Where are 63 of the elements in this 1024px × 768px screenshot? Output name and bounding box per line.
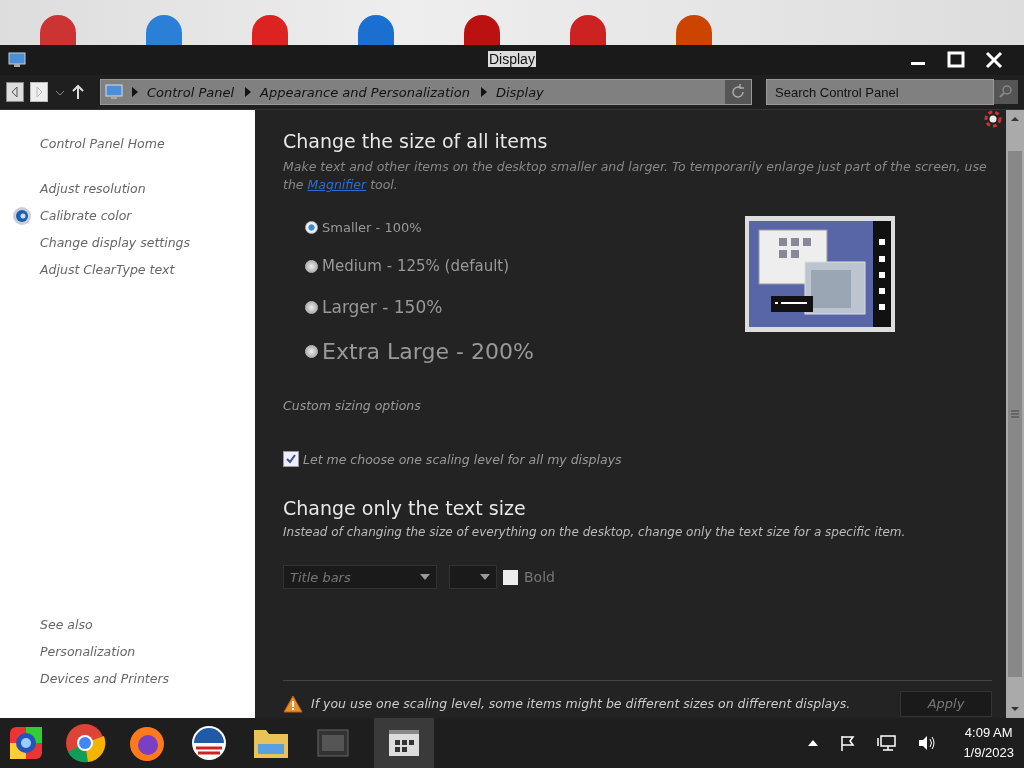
checkmark-icon (285, 453, 297, 465)
breadcrumb[interactable]: Appearance and Personalization (260, 84, 470, 100)
description-text: Instead of changing the size of everything on the desktop, change only the text size for a specific item. (283, 525, 907, 539)
monitor-icon (8, 52, 26, 68)
size-radio[interactable]: Extra Large - 200% (305, 339, 745, 364)
chevron-icon[interactable] (244, 87, 253, 97)
warning-icon (283, 694, 303, 713)
apply-button[interactable]: Apply (900, 690, 992, 717)
warning-text: If you use one scaling level, some items might be different sizes on different displays. (311, 696, 851, 711)
sidebar-link[interactable]: Adjust ClearType text (40, 256, 175, 283)
sidebar-link[interactable]: Change display settings (40, 229, 191, 256)
description-text: Make text and other items on the desktop smaller and larger. To temporarily enlarge just part of the screen, use the Magnifier tool. (283, 158, 988, 194)
caret-icon (420, 574, 430, 580)
chevron-icon[interactable] (479, 87, 488, 97)
close-icon[interactable] (984, 50, 1004, 70)
grip-icon[interactable] (1010, 410, 1020, 418)
taskbar-active-item[interactable] (374, 718, 434, 768)
size-radio[interactable]: Smaller - 100% (305, 220, 745, 235)
help-icon[interactable] (984, 110, 1002, 128)
chevron-icon[interactable] (131, 87, 139, 97)
size-dropdown[interactable] (449, 565, 497, 589)
see-also-heading: See also (40, 616, 94, 634)
sidebar-link[interactable]: Adjust resolution (40, 175, 146, 202)
one-scaling-checkbox[interactable]: Let me choose one scaling level for all my displays (283, 451, 992, 467)
sidebar-link[interactable]: Calibrate color (40, 202, 132, 229)
custom-sizing-link[interactable]: Custom sizing options (283, 398, 992, 413)
size-radio[interactable]: Medium - 125% (default) (305, 257, 745, 275)
magnifier-link[interactable]: Magnifier (307, 177, 367, 192)
search-field[interactable]: Search Control Panel (766, 79, 994, 105)
desktop-icon[interactable] (358, 15, 394, 45)
breadcrumb[interactable]: Display (495, 84, 544, 100)
network-icon[interactable] (877, 734, 898, 752)
desktop-icon[interactable] (570, 15, 606, 45)
desktop-icon[interactable] (40, 15, 76, 45)
control-panel-home-link[interactable]: Control Panel Home (40, 130, 255, 157)
chrome-icon[interactable] (64, 722, 106, 764)
section-heading: Change only the text size (283, 497, 527, 519)
section-heading: Change the size of all items (283, 130, 549, 152)
desktop-icon[interactable] (252, 15, 288, 45)
back-icon[interactable] (6, 82, 24, 102)
item-dropdown[interactable]: Title bars (283, 565, 437, 589)
refresh-icon[interactable] (725, 80, 751, 104)
up-arrow-icon[interactable] (70, 82, 86, 102)
desktop-icon[interactable] (676, 15, 712, 45)
color-disc-icon (12, 205, 32, 226)
control-panel-icon (387, 728, 421, 758)
desktop-icon[interactable] (464, 15, 500, 45)
clock-date[interactable]: 1/9/2023 (963, 743, 1014, 763)
bold-checkbox[interactable]: Bold (503, 569, 555, 585)
volume-icon[interactable] (917, 734, 938, 752)
control-panel-icon (105, 84, 123, 100)
desktop-icon[interactable] (146, 15, 182, 45)
caret-icon (480, 574, 490, 580)
scrollbar[interactable] (1006, 110, 1024, 718)
breadcrumb[interactable]: Control Panel (147, 84, 235, 100)
sidebar-link[interactable]: Personalization (40, 638, 255, 665)
tray-arrow-icon[interactable] (807, 738, 820, 748)
window-title: Display (488, 51, 536, 67)
size-radio[interactable]: Larger - 150% (305, 297, 745, 317)
maximize-icon[interactable] (946, 50, 966, 70)
clock-time[interactable]: 4:09 AM (964, 723, 1013, 743)
sidebar-link[interactable]: Devices and Printers (40, 665, 255, 692)
address-bar[interactable]: Control Panel Appearance and Personalization Display (100, 79, 752, 105)
